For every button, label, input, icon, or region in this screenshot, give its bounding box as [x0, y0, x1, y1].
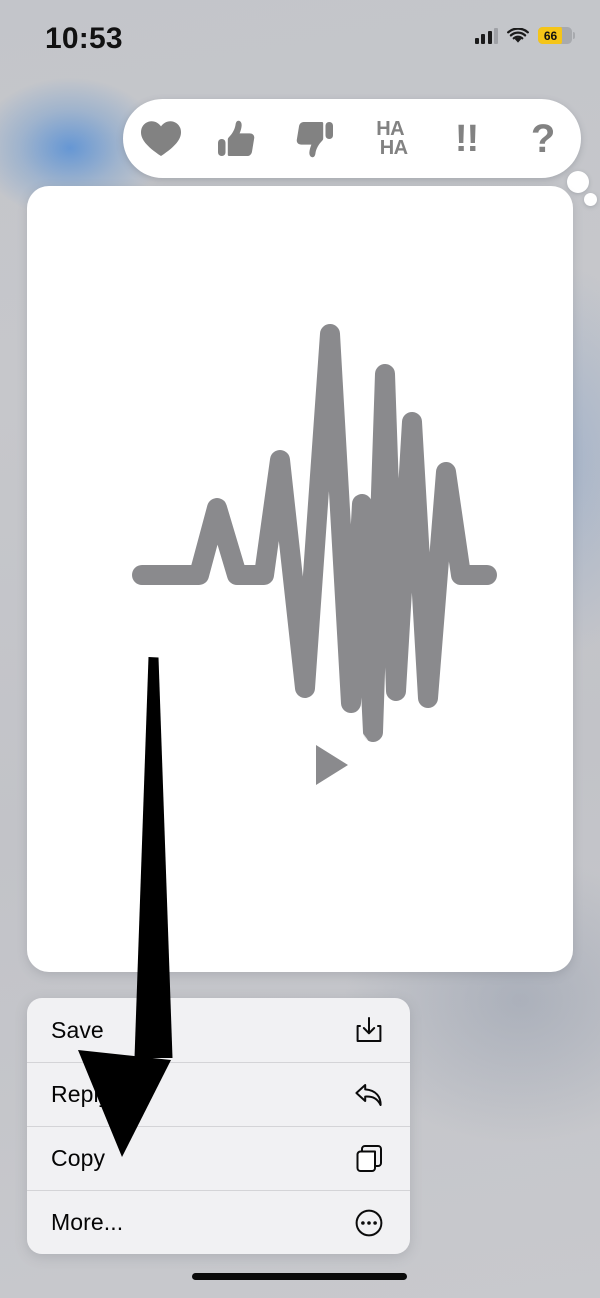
status-bar: 10:53 66 — [0, 0, 600, 70]
double-exclamation-icon: !! — [454, 117, 479, 160]
wifi-icon — [507, 27, 529, 44]
menu-item-more[interactable]: More... — [27, 1190, 410, 1254]
heart-icon — [140, 120, 182, 158]
question-reaction-button[interactable]: ? — [505, 99, 581, 178]
menu-item-reply[interactable]: Reply — [27, 1062, 410, 1126]
reply-arrow-icon — [352, 1078, 386, 1112]
haha-text-icon: HA HA — [376, 117, 408, 159]
menu-item-label: More... — [51, 1209, 124, 1235]
audio-message-bubble[interactable] — [27, 186, 573, 972]
more-ellipsis-circle-icon — [352, 1206, 386, 1240]
battery-percent-label: 66 — [543, 28, 558, 43]
phone-screen: 10:53 66 HA HA !! ? Save Reply Copy More… — [0, 0, 600, 1298]
context-menu[interactable]: Save Reply Copy More... — [27, 998, 410, 1254]
menu-item-label: Save — [51, 1016, 104, 1043]
battery-icon: 66 — [538, 27, 575, 44]
menu-item-copy[interactable]: Copy — [27, 1126, 410, 1190]
question-mark-icon: ? — [530, 116, 555, 161]
play-button[interactable] — [281, 718, 375, 812]
audio-waveform-icon — [132, 324, 497, 742]
exclamation-reaction-button[interactable]: !! — [428, 99, 504, 178]
haha-reaction-button[interactable]: HA HA — [352, 99, 428, 178]
save-download-icon — [352, 1013, 386, 1047]
status-bar-time: 10:53 — [45, 22, 123, 55]
tapback-reaction-bar[interactable]: HA HA !! ? — [123, 99, 581, 178]
heart-reaction-button[interactable] — [123, 99, 199, 178]
thumbs-up-reaction-button[interactable] — [199, 99, 275, 178]
copy-duplicate-icon — [352, 1142, 386, 1176]
menu-item-label: Reply — [51, 1081, 111, 1107]
play-icon — [315, 745, 348, 785]
thumbs-down-reaction-button[interactable] — [276, 99, 352, 178]
tapback-tail-dot-small — [584, 193, 597, 206]
menu-item-label: Copy — [51, 1145, 106, 1171]
thumbs-up-icon — [216, 118, 258, 160]
menu-item-save[interactable]: Save — [27, 998, 410, 1062]
cellular-signal-icon — [474, 27, 498, 44]
thumbs-down-icon — [293, 118, 335, 160]
home-indicator — [192, 1273, 407, 1280]
status-bar-indicators: 66 — [474, 27, 575, 44]
